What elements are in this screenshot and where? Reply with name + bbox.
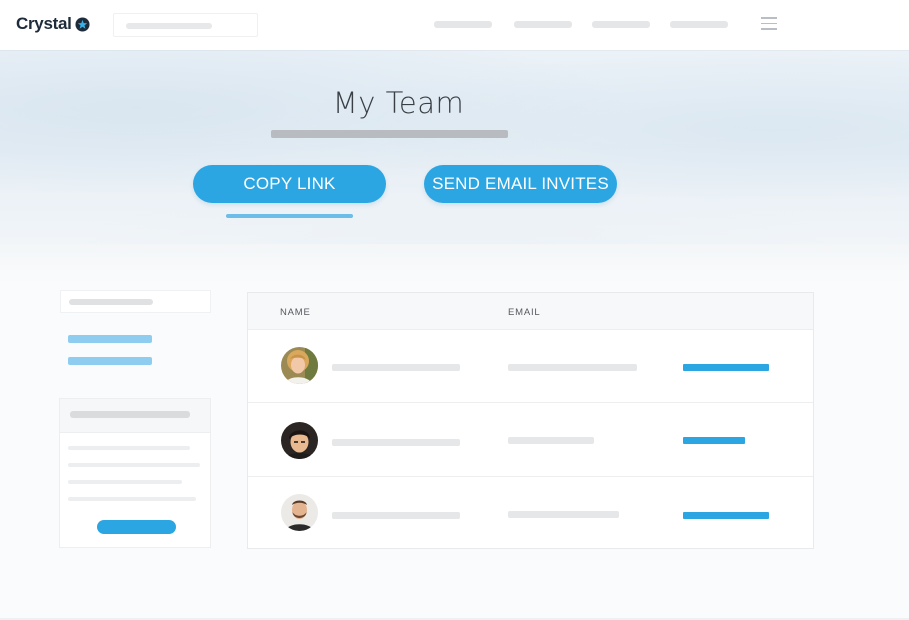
send-email-invites-button[interactable]: SEND EMAIL INVITES <box>424 165 617 203</box>
member-name-placeholder <box>332 364 460 371</box>
member-email-placeholder <box>508 437 594 444</box>
sidebar-card-line <box>68 446 190 450</box>
nav-link-1[interactable] <box>434 21 492 28</box>
sidebar-card-button[interactable] <box>97 520 176 534</box>
sidebar-link-1[interactable] <box>68 335 152 343</box>
nav-link-4[interactable] <box>670 21 728 28</box>
crystal-logo-icon <box>75 16 90 32</box>
nav-link-3[interactable] <box>592 21 650 28</box>
search-input[interactable] <box>113 13 258 37</box>
column-header-email[interactable]: EMAIL <box>508 307 541 318</box>
copy-link-button[interactable]: COPY LINK <box>193 165 386 203</box>
sidebar-card-header <box>60 399 210 433</box>
page-subtitle-placeholder <box>271 130 508 138</box>
member-email-placeholder <box>508 511 619 518</box>
hero-fade <box>0 244 909 284</box>
member-action-link[interactable] <box>683 364 769 371</box>
sidebar-card-title-placeholder <box>70 411 190 418</box>
top-nav-bar: Crystal <box>0 0 909 50</box>
member-action-link[interactable] <box>683 512 769 519</box>
copy-link-underline <box>226 214 353 218</box>
member-action-link[interactable] <box>683 437 745 444</box>
sidebar-card-line <box>68 480 182 484</box>
team-members-table: NAME EMAIL <box>247 292 814 549</box>
search-placeholder <box>126 23 212 29</box>
member-name-placeholder <box>332 512 460 519</box>
table-row[interactable] <box>248 330 813 403</box>
sidebar-filter-input[interactable] <box>60 290 211 313</box>
avatar-man-dark-hair[interactable] <box>281 422 318 459</box>
member-email-placeholder <box>508 364 637 371</box>
table-header: NAME EMAIL <box>248 293 813 330</box>
sidebar-filter-placeholder <box>69 299 153 305</box>
brand-logo[interactable]: Crystal <box>16 14 90 34</box>
table-row[interactable] <box>248 477 813 550</box>
sidebar-card <box>59 398 211 548</box>
sidebar-link-2[interactable] <box>68 357 152 365</box>
table-row[interactable] <box>248 404 813 477</box>
avatar-man-beard[interactable] <box>281 494 318 531</box>
brand-name: Crystal <box>16 14 72 33</box>
nav-link-2[interactable] <box>514 21 572 28</box>
sidebar-card-line <box>68 463 200 467</box>
hero-banner <box>0 50 909 244</box>
page-title: My Team <box>332 86 465 120</box>
column-header-name[interactable]: NAME <box>280 307 311 318</box>
hamburger-menu-icon[interactable] <box>761 17 777 30</box>
member-name-placeholder <box>332 439 460 446</box>
avatar-woman-blonde[interactable] <box>281 347 318 384</box>
sidebar-card-line <box>68 497 196 501</box>
